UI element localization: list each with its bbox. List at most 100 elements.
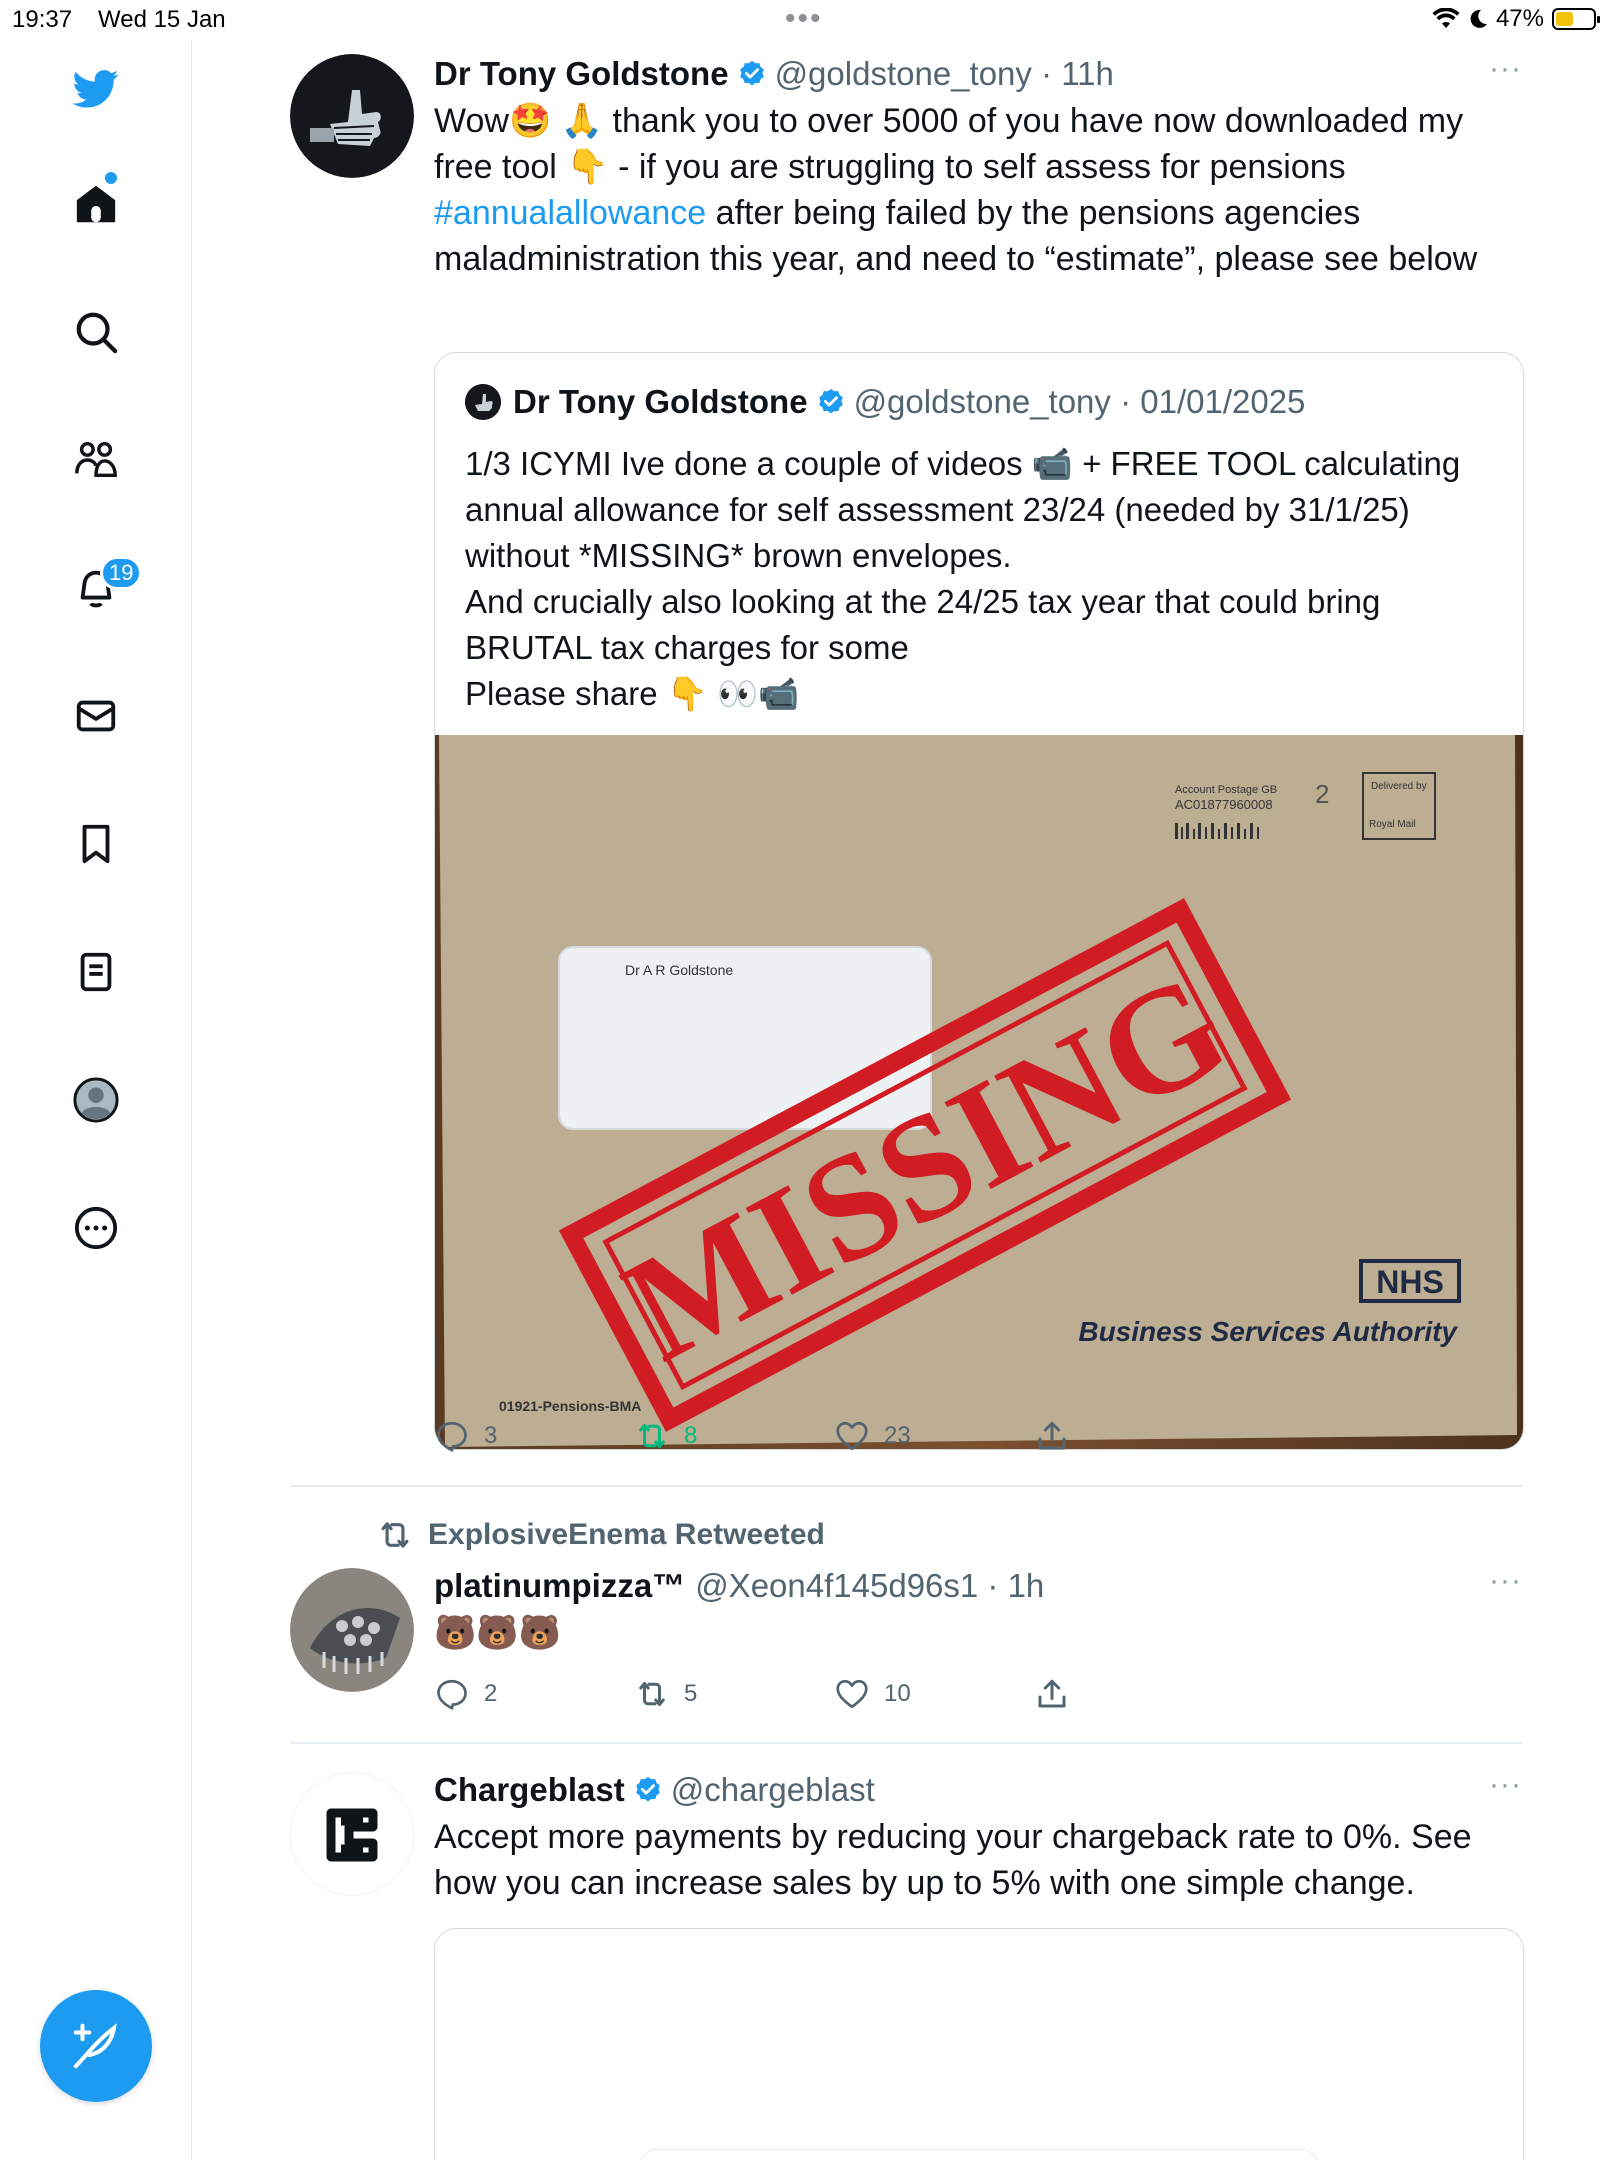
status-time: 19:37 bbox=[12, 6, 73, 33]
like-button[interactable]: 10 bbox=[834, 1676, 1034, 1712]
messages-icon[interactable] bbox=[68, 688, 124, 744]
retweet-icon bbox=[639, 1682, 665, 1706]
heart-icon bbox=[836, 1421, 868, 1451]
tweet-actions: 2 5 10 bbox=[434, 1676, 1234, 1712]
tweet-text-fragment: after being failed by the pensions agenc… bbox=[706, 194, 1361, 232]
author-name[interactable]: Chargeblast bbox=[434, 1771, 625, 1809]
author-avatar[interactable] bbox=[290, 1568, 414, 1692]
like-count: 23 bbox=[884, 1422, 911, 1449]
retweet-button[interactable]: 5 bbox=[634, 1676, 834, 1712]
tweet-text: Accept more payments by reducing your ch… bbox=[434, 1814, 1522, 1906]
battery-icon bbox=[1552, 8, 1600, 30]
tweet-text: 🐻🐻🐻 bbox=[434, 1614, 562, 1652]
share-button[interactable] bbox=[1034, 1418, 1234, 1454]
envelope-ref: 01921-Pensions-BMA bbox=[499, 1398, 641, 1414]
retweet-button[interactable]: 8 bbox=[634, 1418, 834, 1454]
quoted-text-line: Please share 👇 👀📹 bbox=[465, 675, 800, 712]
tweet-header: Dr Tony Goldstone @goldstone_tony · 11h bbox=[434, 52, 1522, 96]
postage-number: 2 bbox=[1315, 779, 1329, 809]
tweet-text-line: free tool 👇 - if you are struggling to s… bbox=[434, 148, 1346, 186]
tweet-divider bbox=[290, 1485, 1522, 1487]
multitasking-dots[interactable]: ••• bbox=[785, 2, 823, 36]
quoted-tweet-header: Dr Tony Goldstone @goldstone_tony · 01/0… bbox=[465, 383, 1305, 421]
author-avatar[interactable] bbox=[290, 54, 414, 178]
lists-icon[interactable] bbox=[68, 944, 124, 1000]
quoted-tweet[interactable]: Dr Tony Goldstone @goldstone_tony · 01/0… bbox=[434, 352, 1524, 1450]
card-inner-preview bbox=[639, 2149, 1319, 2160]
bsa-text: Business Services Authority bbox=[1078, 1316, 1458, 1347]
more-options-icon[interactable] bbox=[68, 1200, 124, 1256]
verified-badge-icon bbox=[635, 1776, 660, 1802]
quoted-text-line: annual allowance for self assessment 23/… bbox=[465, 491, 1410, 528]
tweet-more-button[interactable]: ··· bbox=[1489, 52, 1522, 86]
reply-button[interactable]: 2 bbox=[434, 1676, 634, 1712]
quoted-author-avatar bbox=[465, 384, 501, 420]
share-icon bbox=[1038, 1679, 1066, 1708]
tweet-actions: 3 8 23 bbox=[434, 1418, 1234, 1454]
share-button[interactable] bbox=[1034, 1676, 1234, 1712]
tweet-text-line: how you can increase sales by up to 5% w… bbox=[434, 1864, 1415, 1902]
author-name[interactable]: Dr Tony Goldstone bbox=[434, 55, 729, 93]
profile-avatar-icon[interactable] bbox=[68, 1072, 124, 1128]
delivered-by: Delivered by bbox=[1371, 781, 1427, 792]
twitter-logo-icon[interactable] bbox=[68, 60, 124, 116]
retweet-count: 8 bbox=[684, 1422, 698, 1449]
retweeted-by-label[interactable]: ExplosiveEnema Retweeted bbox=[376, 1516, 825, 1554]
tweet-more-button[interactable]: ··· bbox=[1489, 1564, 1522, 1598]
tweet-text-line: maladministration this year, and need to… bbox=[434, 240, 1478, 278]
postage-text: Account Postage GB bbox=[1175, 784, 1277, 796]
reply-icon bbox=[437, 1421, 467, 1452]
retweet-icon bbox=[639, 1424, 665, 1448]
retweeted-by-text: ExplosiveEnema Retweeted bbox=[428, 1518, 825, 1551]
verified-badge-icon bbox=[739, 60, 764, 86]
postage-account: AC01877960008 bbox=[1175, 797, 1273, 812]
tweet[interactable]: Dr Tony Goldstone @goldstone_tony · 11h … bbox=[290, 52, 1524, 1482]
wifi-icon bbox=[1432, 8, 1460, 28]
verified-badge-icon bbox=[818, 388, 843, 414]
author-avatar[interactable] bbox=[290, 1772, 414, 1896]
status-right: 47% bbox=[1432, 5, 1600, 33]
quoted-tweet-image[interactable]: Account Postage GB AC01877960008 2 Deliv… bbox=[435, 735, 1524, 1450]
tweet-text-line: Accept more payments by reducing your ch… bbox=[434, 1818, 1472, 1856]
tweet-text-line: #annualallowance after being failed by t… bbox=[434, 190, 1522, 236]
tweet-text-line: Wow🤩 🙏 thank you to over 5000 of you hav… bbox=[434, 102, 1464, 140]
reply-icon bbox=[437, 1679, 467, 1710]
quoted-text-line: And crucially also looking at the 24/25 … bbox=[465, 583, 1381, 620]
home-icon[interactable] bbox=[68, 176, 124, 232]
moon-icon bbox=[1470, 9, 1487, 28]
author-name[interactable]: platinumpizza™ bbox=[434, 1567, 685, 1605]
quoted-text-line: 1/3 ICYMI Ive done a couple of videos 📹 … bbox=[465, 445, 1461, 482]
addressee-name: Dr A R Goldstone bbox=[625, 962, 733, 978]
quoted-author-handle-time[interactable]: @goldstone_tony · 01/01/2025 bbox=[854, 383, 1306, 421]
battery-percent: 47% bbox=[1495, 5, 1544, 32]
compose-feather-icon bbox=[73, 2023, 117, 2069]
notifications-badge: 19 bbox=[100, 556, 143, 590]
status-bar: 19:37 Wed 15 Jan ••• 47% bbox=[0, 0, 1620, 40]
like-button[interactable]: 23 bbox=[834, 1418, 1034, 1454]
communities-icon[interactable] bbox=[68, 432, 124, 488]
reply-button[interactable]: 3 bbox=[434, 1418, 634, 1454]
reply-count: 3 bbox=[484, 1422, 498, 1449]
hashtag-link[interactable]: #annualallowance bbox=[434, 194, 706, 232]
promoted-card[interactable] bbox=[434, 1928, 1524, 2160]
retweet-icon bbox=[381, 1522, 409, 1548]
share-icon bbox=[1038, 1421, 1066, 1450]
home-unread-dot bbox=[105, 172, 117, 184]
reply-count: 2 bbox=[484, 1680, 498, 1707]
tweet-header: platinumpizza™ @Xeon4f145d96s1 · 1h bbox=[434, 1564, 1522, 1608]
author-handle-time[interactable]: @Xeon4f145d96s1 · 1h bbox=[695, 1567, 1044, 1605]
tweet-more-button[interactable]: ··· bbox=[1489, 1768, 1522, 1802]
author-handle-time[interactable]: @goldstone_tony · 11h bbox=[775, 55, 1114, 93]
retweet-count: 5 bbox=[684, 1680, 698, 1707]
quoted-text-line: without *MISSING* brown envelopes. bbox=[465, 537, 1012, 574]
search-icon[interactable] bbox=[68, 304, 124, 360]
tweet-text: Wow🤩 🙏 thank you to over 5000 of you hav… bbox=[434, 98, 1522, 282]
author-handle[interactable]: @chargeblast bbox=[671, 1771, 875, 1809]
heart-icon bbox=[836, 1679, 868, 1709]
status-date: Wed 15 Jan bbox=[98, 6, 226, 33]
quoted-text-line: BRUTAL tax charges for some bbox=[465, 629, 909, 666]
tweet-header: Chargeblast @chargeblast bbox=[434, 1768, 1522, 1812]
quoted-author-name[interactable]: Dr Tony Goldstone bbox=[513, 383, 808, 421]
bookmarks-icon[interactable] bbox=[68, 816, 124, 872]
compose-tweet-button[interactable] bbox=[40, 1990, 152, 2102]
